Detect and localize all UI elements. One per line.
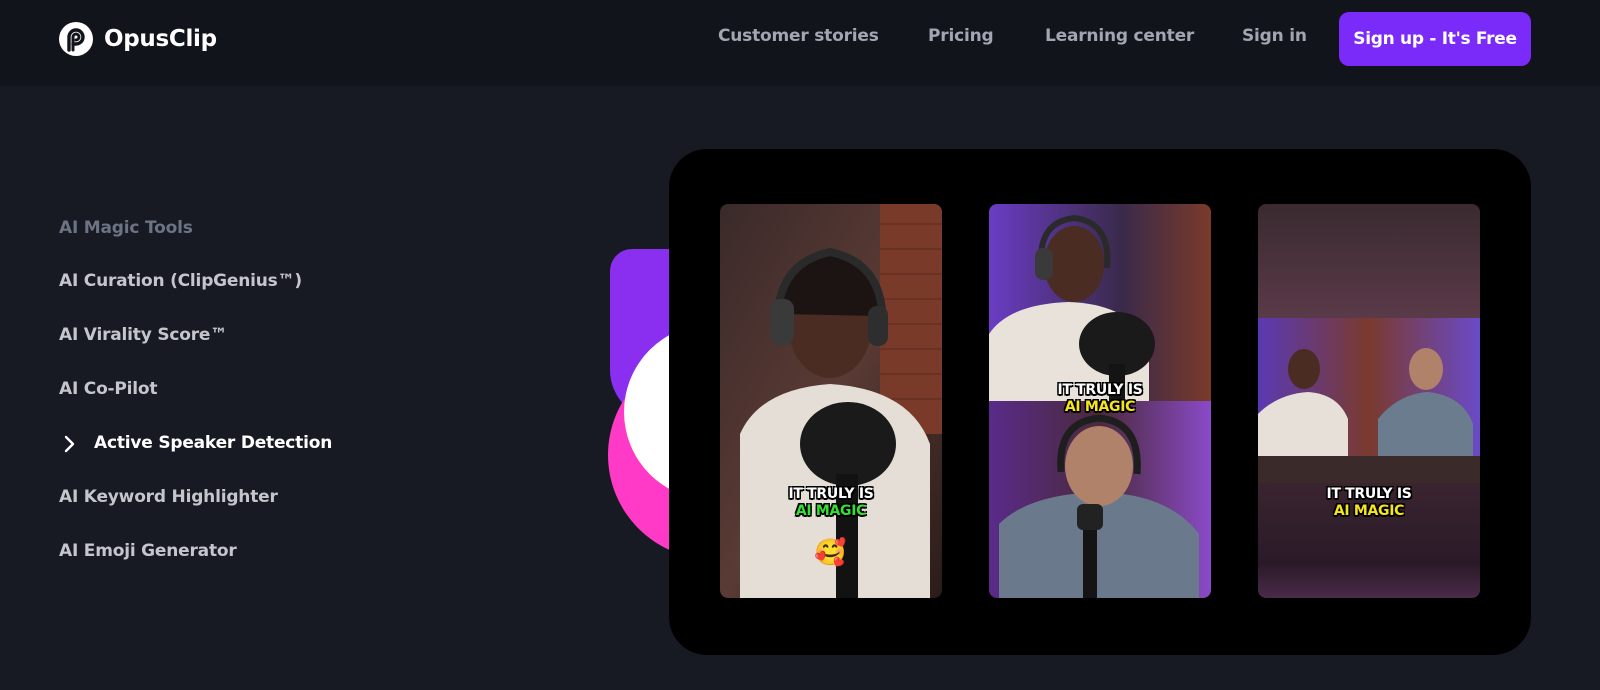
signup-button[interactable]: Sign up - It's Free [1339,12,1531,66]
menu-heading: AI Magic Tools [59,218,193,238]
clip-3-scene [1258,204,1480,598]
caption-highlight: AI MAGIC [1333,503,1405,519]
menu-item-ai-co-pilot[interactable]: AI Co-Pilot [59,379,158,399]
menu-item-ai-virality-score[interactable]: AI Virality Score™ [59,325,227,345]
nav-learning-center[interactable]: Learning center [1045,26,1194,46]
menu-item-active-speaker-detection[interactable]: Active Speaker Detection [94,433,332,453]
preview-panel: IT TRULY IS AI MAGIC 🥰 IT TRULY IS AI MA… [669,149,1531,655]
menu-item-ai-curation[interactable]: AI Curation (ClipGenius™) [59,271,302,291]
nav-customer-stories[interactable]: Customer stories [718,26,879,46]
clip-3-caption: IT TRULY IS AI MAGIC [1258,486,1480,520]
caption-highlight: AI MAGIC [1064,399,1136,415]
emoji-icon: 🥰 [814,538,847,568]
menu-item-ai-emoji-generator[interactable]: AI Emoji Generator [59,541,237,561]
opusclip-logo-icon [59,22,93,56]
chevron-right-icon [64,435,75,453]
brand-logo[interactable]: OpusClip [58,20,217,58]
nav-pricing[interactable]: Pricing [928,26,994,46]
clip-2-caption: IT TRULY IS AI MAGIC [989,382,1211,416]
top-navbar: OpusClip Customer stories Pricing Learni… [0,0,1600,86]
video-clip-2[interactable]: IT TRULY IS AI MAGIC [989,204,1211,598]
nav-sign-in[interactable]: Sign in [1242,26,1307,46]
caption-line-1: IT TRULY IS [788,486,874,502]
clip-1-caption: IT TRULY IS AI MAGIC [720,486,942,520]
caption-highlight: AI MAGIC [795,503,867,519]
video-clip-1[interactable]: IT TRULY IS AI MAGIC 🥰 [720,204,942,598]
video-clip-3[interactable]: IT TRULY IS AI MAGIC [1258,204,1480,598]
brand-name: OpusClip [104,26,217,52]
caption-line-1: IT TRULY IS [1326,486,1412,502]
caption-line-1: IT TRULY IS [1057,382,1143,398]
menu-item-ai-keyword-highlighter[interactable]: AI Keyword Highlighter [59,487,278,507]
